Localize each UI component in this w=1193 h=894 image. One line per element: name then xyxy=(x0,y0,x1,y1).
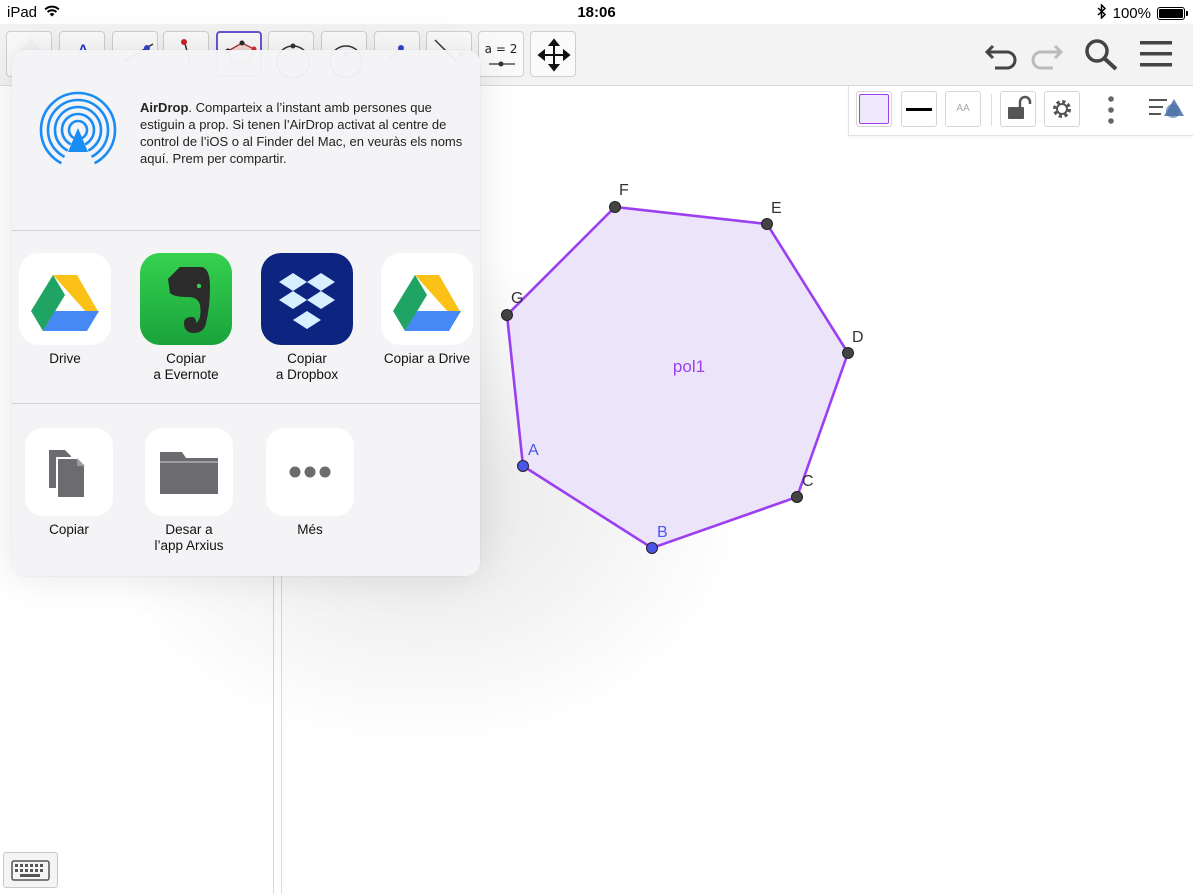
point-marker[interactable] xyxy=(517,460,529,472)
airdrop-title: AirDrop xyxy=(140,100,189,115)
sheet-separator xyxy=(12,403,480,404)
point-marker[interactable] xyxy=(646,542,658,554)
undo-icon[interactable] xyxy=(983,36,1021,77)
keyboard-icon xyxy=(11,860,50,881)
airdrop-description: AirDrop. Comparteix a l’instant amb pers… xyxy=(140,99,470,167)
more-vertical-icon xyxy=(1108,96,1114,124)
dropbox-icon xyxy=(261,253,353,345)
point-label: F xyxy=(619,182,629,199)
bluetooth-icon xyxy=(1097,3,1107,23)
point-marker[interactable] xyxy=(609,201,621,213)
airdrop-text: . Comparteix a l’instant amb persones qu… xyxy=(140,100,463,166)
clock: 18:06 xyxy=(577,4,616,21)
point-A[interactable]: A xyxy=(517,442,540,472)
unlock-icon xyxy=(1008,95,1032,119)
share-app-copy-to-drive[interactable]: Copiar a Drive xyxy=(372,253,482,367)
battery-icon xyxy=(1157,7,1188,20)
point-D[interactable]: D xyxy=(842,329,864,359)
app-label: Copiar a Evernote xyxy=(153,351,219,382)
folder-icon xyxy=(145,428,233,516)
settings-button[interactable] xyxy=(1044,91,1080,127)
point-label: D xyxy=(852,329,864,346)
share-app-dropbox[interactable]: Copiar a Dropbox xyxy=(252,253,362,383)
fill-color-swatch xyxy=(859,94,889,124)
point-label: C xyxy=(802,473,814,490)
point-label: G xyxy=(511,290,523,307)
share-app-drive[interactable]: Drive xyxy=(10,253,120,367)
toggle-style-bar-button[interactable] xyxy=(1147,94,1189,131)
action-label: Desar a l’app Arxius xyxy=(154,522,224,553)
point-C[interactable]: C xyxy=(791,473,814,503)
share-sheet: AirDrop. Comparteix a l’instant amb pers… xyxy=(12,50,480,576)
point-marker[interactable] xyxy=(791,491,803,503)
airdrop-icon[interactable] xyxy=(38,90,118,170)
evernote-icon xyxy=(140,253,232,345)
gear-icon xyxy=(1053,100,1071,118)
style-bar-toggle-icon xyxy=(1149,99,1184,118)
style-bar-separator xyxy=(991,94,992,126)
more-button[interactable] xyxy=(1101,94,1121,131)
point-marker[interactable] xyxy=(761,218,773,230)
redo-icon[interactable] xyxy=(1027,36,1065,77)
status-bar: iPad 18:06 100% xyxy=(0,0,1193,24)
keyboard-button[interactable] xyxy=(3,852,58,888)
share-app-evernote[interactable]: Copiar a Evernote xyxy=(131,253,241,383)
app-label: Copiar a Drive xyxy=(383,351,471,366)
share-action-save-to-files[interactable]: Desar a l’app Arxius xyxy=(134,428,244,554)
fill-color-button[interactable] xyxy=(856,91,892,127)
point-F[interactable]: F xyxy=(609,182,630,213)
point-label: A xyxy=(528,442,539,459)
label-style-text: AA xyxy=(956,103,970,114)
share-action-more[interactable]: Més xyxy=(255,428,365,538)
action-label: Copiar xyxy=(49,522,89,537)
line-style-button[interactable] xyxy=(901,91,937,127)
move-graphics-tool-icon[interactable] xyxy=(530,31,576,77)
more-dots-icon xyxy=(266,428,354,516)
point-G[interactable]: G xyxy=(501,290,524,321)
point-label: B xyxy=(657,524,668,541)
battery-percent: 100% xyxy=(1112,5,1151,22)
point-marker[interactable] xyxy=(842,347,854,359)
search-icon[interactable] xyxy=(1082,36,1120,77)
app-label: Copiar a Dropbox xyxy=(275,351,339,382)
google-drive-icon xyxy=(19,253,111,345)
point-B[interactable]: B xyxy=(646,524,668,554)
style-bar: AA xyxy=(848,86,1193,136)
point-marker[interactable] xyxy=(501,309,513,321)
lock-button[interactable] xyxy=(1000,91,1036,127)
polygon-label: pol1 xyxy=(673,357,705,376)
app-label: Drive xyxy=(49,351,81,366)
label-style-button[interactable]: AA xyxy=(945,91,981,127)
share-action-copy[interactable]: Copiar xyxy=(14,428,124,538)
copy-icon xyxy=(25,428,113,516)
google-drive-icon xyxy=(381,253,473,345)
point-E[interactable]: E xyxy=(761,200,782,230)
slider-tool-icon[interactable]: a = 2 xyxy=(478,31,524,77)
menu-icon[interactable] xyxy=(1138,36,1174,77)
point-label: E xyxy=(771,200,782,217)
sheet-separator xyxy=(12,230,480,231)
polygon-pol1[interactable] xyxy=(505,205,850,550)
line-style-icon xyxy=(906,108,932,111)
action-label: Més xyxy=(297,522,323,537)
